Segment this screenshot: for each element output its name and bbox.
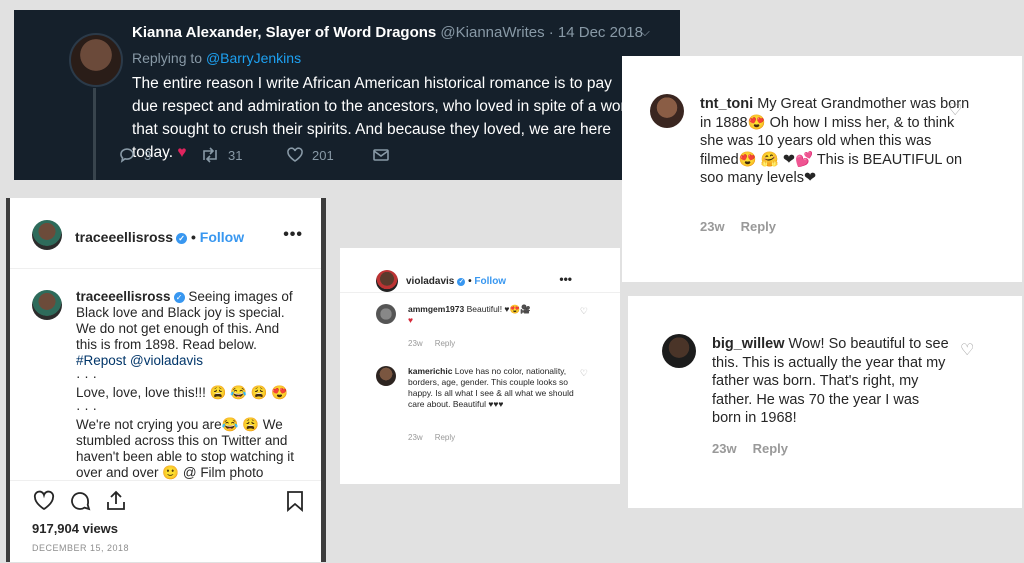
comment-like-icon[interactable]: ♡ (960, 340, 974, 360)
repost-tag[interactable]: #Repost @violadavis (76, 353, 203, 368)
share-action[interactable] (372, 146, 390, 164)
reply-button[interactable]: Reply (741, 219, 776, 234)
tweet-meta: Kianna Alexander, Slayer of Word Dragons… (132, 24, 643, 41)
commenter-username[interactable]: kamerichic (408, 366, 452, 376)
post-username: traceeellisross ✓ • Follow (75, 229, 245, 245)
comment-text: big_willew Wow! So beautiful to see this… (712, 335, 952, 428)
caption-avatar[interactable] (32, 290, 62, 320)
comment-meta: 23w Reply (408, 432, 467, 443)
reply-icon (120, 148, 134, 163)
post-username: violadavis ✓ • Follow (406, 276, 507, 287)
verified-badge-icon: ✓ (176, 233, 188, 244)
comment-time: 23w (408, 433, 423, 442)
comment-card-willow: big_willew Wow! So beautiful to see this… (628, 296, 1022, 508)
reply-action[interactable]: 3 (118, 146, 151, 164)
comment-emoji: ♥ (408, 315, 414, 325)
comment-text: tnt_toni My Great Grandmother was born i… (700, 95, 970, 188)
heart-icon[interactable] (32, 489, 56, 513)
commenter-username[interactable]: big_willew (712, 336, 785, 352)
like-action[interactable]: 201 (286, 146, 334, 164)
follow-button[interactable]: Follow (474, 276, 506, 287)
comment-text: ammgem1973 Beautiful! ♥😍🎥 ♥ (408, 304, 578, 326)
commenter-avatar[interactable] (376, 366, 396, 386)
reply-button[interactable]: Reply (435, 339, 455, 348)
thread-line (93, 88, 96, 180)
comment-card-toni: tnt_toni My Great Grandmother was born i… (622, 56, 1022, 282)
retweet-icon (203, 147, 217, 163)
comment-text: kamerichic Love has no color, nationalit… (408, 366, 578, 410)
comment-like-icon[interactable]: ♡ (580, 306, 588, 317)
tweet-card: Kianna Alexander, Slayer of Word Dragons… (14, 10, 680, 180)
reply-count: 3 (144, 147, 152, 163)
comment-meta: 23w Reply (700, 219, 792, 234)
caption-text: traceeellisross ✓ Seeing images of Black … (76, 289, 298, 480)
dots: · · · (76, 401, 97, 416)
tweet-author-name[interactable]: Kianna Alexander, Slayer of Word Dragons (132, 24, 436, 41)
comment: kamerichic Love has no color, nationalit… (376, 366, 588, 446)
comment: ammgem1973 Beautiful! ♥😍🎥 ♥ 23w Reply ♡ (376, 304, 588, 349)
post-footer: 917,904 views DECEMBER 15, 2018 (10, 480, 321, 563)
retweet-count: 31 (228, 147, 243, 163)
avatar[interactable] (376, 270, 398, 292)
replying-to-link[interactable]: @BarryJenkins (206, 50, 301, 66)
like-count: 201 (312, 147, 334, 163)
instagram-post-tracee: traceeellisross ✓ • Follow ••• traceeelli… (6, 198, 326, 562)
tweet-handle-date: @KiannaWrites · 14 Dec 2018 (440, 24, 643, 41)
commenter-avatar[interactable] (376, 304, 396, 324)
instagram-post-viola: violadavis ✓ • Follow ••• ammgem1973 Beau… (340, 248, 620, 484)
username-link[interactable]: violadavis (406, 276, 454, 287)
bookmark-icon[interactable] (284, 489, 306, 513)
comment-time: 23w (712, 441, 737, 456)
comment-meta: 23w Reply (408, 338, 467, 349)
retweet-action[interactable]: 31 (200, 146, 242, 164)
chevron-down-icon[interactable]: ⌵ (640, 24, 650, 40)
share-icon[interactable] (104, 489, 128, 513)
comment-time: 23w (700, 219, 725, 234)
replying-prefix: Replying to (132, 50, 206, 66)
caption-line: Love, love, love this!!! 😩 😂 😩 😍 (76, 385, 289, 400)
caption-line: We're not crying you are😂 😩 We stumbled … (76, 417, 294, 464)
commenter-avatar[interactable] (650, 94, 684, 128)
comment-like-icon[interactable]: ♡ (948, 100, 962, 120)
more-options-icon[interactable]: ••• (559, 272, 572, 286)
tweet-avatar[interactable] (69, 33, 123, 87)
verified-badge-icon: ✓ (173, 292, 185, 303)
more-options-icon[interactable]: ••• (283, 226, 303, 244)
post-actions (32, 489, 312, 515)
reply-button[interactable]: Reply (435, 433, 455, 442)
replying-to: Replying to @BarryJenkins (132, 50, 301, 66)
commenter-username[interactable]: tnt_toni (700, 96, 753, 112)
caption-username[interactable]: traceeellisross (76, 289, 171, 304)
post-header: traceeellisross ✓ • Follow ••• (10, 198, 321, 269)
username-link[interactable]: traceeellisross (75, 229, 173, 245)
comment-icon[interactable] (68, 489, 92, 513)
comment-like-icon[interactable]: ♡ (580, 368, 588, 379)
follow-button[interactable]: Follow (200, 229, 244, 245)
post-caption-area: traceeellisross ✓ Seeing images of Black … (10, 270, 321, 480)
caption-line: over and over 🙂 @ Film photo restored (76, 465, 264, 480)
comment-meta: 23w Reply (712, 441, 804, 456)
comment-body: Beautiful! ♥😍🎥 (466, 304, 531, 314)
verified-badge-icon: ✓ (457, 278, 466, 286)
post-date: DECEMBER 15, 2018 (32, 543, 130, 553)
comment-time: 23w (408, 339, 423, 348)
tweet-actions: 3 31 201 (118, 146, 418, 168)
avatar[interactable] (32, 220, 62, 250)
mail-icon (373, 149, 389, 161)
view-count: 917,904 views (32, 521, 119, 536)
commenter-username[interactable]: ammgem1973 (408, 304, 464, 314)
dots: · · · (76, 369, 97, 384)
commenter-avatar[interactable] (662, 334, 696, 368)
heart-icon (287, 147, 303, 162)
post-header: violadavis ✓ • Follow ••• (340, 248, 620, 293)
reply-button[interactable]: Reply (753, 441, 788, 456)
